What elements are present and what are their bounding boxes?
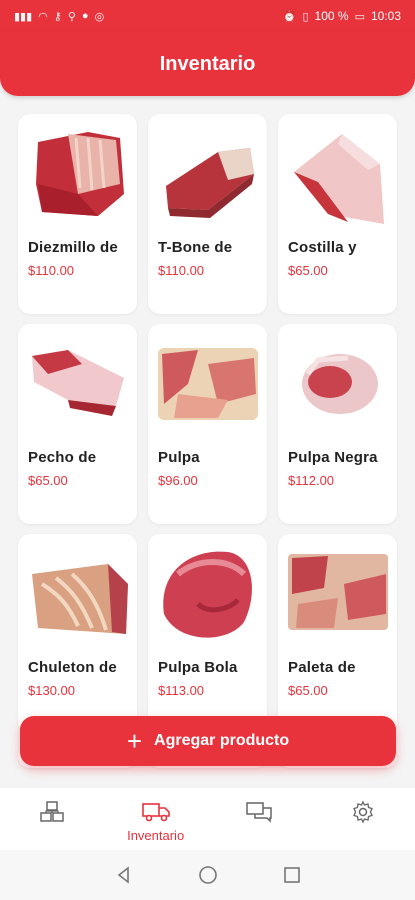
truck-icon xyxy=(141,803,170,822)
battery-percent: 100 % xyxy=(314,9,349,23)
product-price: $65.00 xyxy=(28,473,68,488)
add-product-button[interactable]: + Agregar producto xyxy=(20,716,396,766)
product-image-costilla xyxy=(294,134,384,224)
product-price: $112.00 xyxy=(288,473,335,488)
product-name: Pulpa Bola xyxy=(158,659,238,676)
vibrate-icon: ▯ xyxy=(302,10,309,23)
product-price: $96.00 xyxy=(158,473,198,488)
nav-label-inventario: Inventario xyxy=(127,828,185,843)
nav-item-products[interactable] xyxy=(0,788,104,824)
battery-icon: ▭ xyxy=(354,10,365,23)
chat-icon xyxy=(246,802,273,823)
wifi-icon: ◠ xyxy=(38,10,48,23)
product-grid: Diezmillo de $110.00 T-Bone de $110.00 C… xyxy=(18,114,398,768)
product-price: $65.00 xyxy=(288,263,328,278)
product-image-pecho xyxy=(32,350,124,416)
home-icon[interactable] xyxy=(198,865,218,885)
clock: 10:03 xyxy=(370,9,401,23)
status-icons-left: ▮▮▮ ◠ ⚷ ⚲ ● ◎ xyxy=(14,10,104,23)
status-bar: ▮▮▮ ◠ ⚷ ⚲ ● ◎ ⏰ ▯ 100 % ▭ 10:03 xyxy=(0,0,415,32)
app-header: Inventario xyxy=(0,32,415,96)
product-card[interactable]: Chuleton de $130.00 xyxy=(18,534,137,734)
back-icon[interactable] xyxy=(114,865,134,885)
product-name: Pecho de xyxy=(28,449,97,466)
product-card[interactable]: Pecho de $65.00 xyxy=(18,324,137,524)
add-product-label: Agregar producto xyxy=(154,732,290,749)
product-card[interactable]: Pulpa $96.00 xyxy=(148,324,267,524)
recents-icon[interactable] xyxy=(282,865,302,885)
gear-icon xyxy=(353,800,374,824)
product-image-chuleton xyxy=(32,564,128,634)
product-name: Pulpa Negra xyxy=(288,449,378,466)
product-card[interactable]: T-Bone de $110.00 xyxy=(148,114,267,314)
notification-icon: ● xyxy=(81,10,89,22)
product-card[interactable]: Pulpa Negra $112.00 xyxy=(278,324,397,524)
boxes-icon xyxy=(40,801,64,822)
product-image-paleta xyxy=(288,554,388,630)
product-image-pulpa-negra xyxy=(302,354,378,414)
usb-icon: ⚲ xyxy=(67,10,76,23)
product-name: Paleta de xyxy=(288,659,356,676)
product-price: $130.00 xyxy=(28,683,75,698)
system-nav-bar xyxy=(0,850,415,900)
product-image-pulpa xyxy=(158,348,258,420)
page-title: Inventario xyxy=(159,52,256,75)
plus-icon: + xyxy=(126,726,143,756)
alarm-icon: ⏰ xyxy=(282,10,297,23)
whatsapp-icon: ◎ xyxy=(94,10,105,23)
product-image-diezmillo xyxy=(36,132,124,216)
status-icons-right: ⏰ ▯ 100 % ▭ 10:03 xyxy=(283,9,401,23)
product-name: Costilla y xyxy=(288,239,357,256)
product-price: $113.00 xyxy=(158,683,205,698)
key-icon: ⚷ xyxy=(53,10,62,23)
product-price: $110.00 xyxy=(158,263,205,278)
product-card[interactable]: Costilla y $65.00 xyxy=(278,114,397,314)
product-price: $65.00 xyxy=(288,683,328,698)
product-card[interactable]: Paleta de $65.00 xyxy=(278,534,397,734)
product-name: Chuleton de xyxy=(28,659,117,676)
product-card[interactable]: Diezmillo de $110.00 xyxy=(18,114,137,314)
nav-item-messages[interactable] xyxy=(208,788,312,824)
product-name: T-Bone de xyxy=(158,239,233,256)
product-price: $110.00 xyxy=(28,263,75,278)
product-image-pulpa-bola xyxy=(163,551,252,638)
signal-icon: ▮▮▮ xyxy=(14,10,33,23)
bottom-nav: Inventario xyxy=(0,788,415,850)
product-image-tbone xyxy=(166,148,254,218)
product-name: Diezmillo de xyxy=(28,239,118,256)
nav-item-inventario[interactable]: Inventario xyxy=(104,788,208,843)
product-name: Pulpa xyxy=(158,449,200,466)
nav-item-settings[interactable] xyxy=(311,788,415,824)
product-card[interactable]: Pulpa Bola $113.00 xyxy=(148,534,267,734)
